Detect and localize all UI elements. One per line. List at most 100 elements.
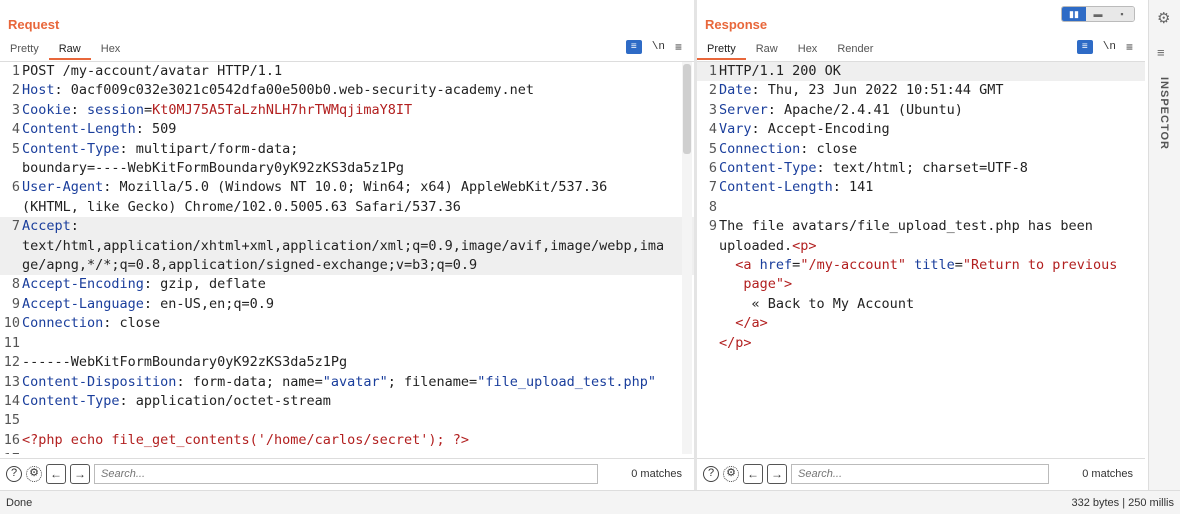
token: Vary xyxy=(719,121,752,138)
tab-raw[interactable]: Raw xyxy=(48,41,91,60)
tab-render[interactable]: Render xyxy=(827,41,883,60)
response-pane: Response Pretty Raw Hex Render ≡ \n ≡ 1 HTTP… xyxy=(697,0,1145,490)
burp-repeater-window: Request Pretty Raw Hex ≡ \n ≡ 1 POST /my-ac… xyxy=(0,0,1180,514)
settings-gear-icon[interactable]: ⚙ xyxy=(26,465,42,482)
show-newlines-icon[interactable]: \n xyxy=(1103,41,1116,53)
line-number: 2 xyxy=(11,82,20,99)
stacked-layout-icon[interactable]: ▬ xyxy=(1086,7,1110,21)
token: Content-Length xyxy=(22,121,136,138)
code-line: 11 xyxy=(0,334,694,353)
code-line: 4 Content-Length: 509 xyxy=(0,120,694,139)
settings-gear-icon[interactable]: ⚙ xyxy=(1157,9,1170,27)
line-number: 17 xyxy=(0,450,22,454)
pretty-print-toggle-icon[interactable]: ≡ xyxy=(625,40,642,54)
code-line: 1 HTTP/1.1 200 OK xyxy=(697,62,1145,82)
code-line: 3 Server: Apache/2.4.41 (Ubuntu) xyxy=(697,101,1145,120)
token: : 141 xyxy=(832,179,874,196)
line-number: 11 xyxy=(3,334,20,351)
token: <?php echo file_get_contents('/home/carl… xyxy=(22,431,470,448)
line-content: Vary: Accept-Encoding xyxy=(719,120,1145,139)
line-number: 9 xyxy=(708,218,717,235)
line-content: ------WebKitFormBoundary0yK92zKS3da5z1Pg xyxy=(22,353,694,372)
previous-arrow-icon[interactable]: ← xyxy=(743,463,763,484)
token: "avatar" xyxy=(322,373,388,390)
response-editor[interactable]: 1 HTTP/1.1 200 OK 2 Date: Thu, 23 Jun 2022 … xyxy=(697,62,1145,454)
line-number: 7 xyxy=(11,218,20,235)
code-line: 16 <?php echo file_get_contents('/home/ca… xyxy=(0,431,694,450)
line-number: 4 xyxy=(708,121,717,138)
line-number: 2 xyxy=(708,82,717,99)
token: POST /my-account/avatar HTTP/1.1 xyxy=(22,63,283,79)
tabbed-layout-icon[interactable]: ▪ xyxy=(1110,7,1134,21)
help-icon[interactable]: ? xyxy=(6,465,22,482)
code-line: 3 Cookie: session=Kt0MJ75A5TaLzhNLH7hrTWM… xyxy=(0,101,694,120)
line-number: 12 xyxy=(3,354,20,371)
request-tab-icons: ≡ \n ≡ xyxy=(625,40,682,54)
line-content: Content-Length: 141 xyxy=(719,178,1145,197)
token: = xyxy=(143,101,153,118)
response-search-input[interactable] xyxy=(791,463,1049,484)
token: : Thu, 23 Jun 2022 10:51:44 GMT xyxy=(751,82,1004,99)
code-line: 6 User-Agent: Mozilla/5.0 (Windows NT 10.… xyxy=(0,178,694,217)
line-number: 10 xyxy=(3,315,20,332)
token: ; filename= xyxy=(387,373,478,390)
line-number: 8 xyxy=(708,198,717,215)
request-match-count: 0 matches xyxy=(631,467,682,480)
line-content xyxy=(22,411,694,430)
response-tab-icons: ≡ \n ≡ xyxy=(1076,40,1133,54)
request-editor[interactable]: 1 POST /my-account/avatar HTTP/1.1 2 Host: … xyxy=(0,62,694,454)
status-text: Done xyxy=(6,497,33,509)
token: session xyxy=(87,101,144,118)
token: : xyxy=(70,101,88,118)
line-content: POST /my-account/avatar HTTP/1.1 xyxy=(22,62,694,81)
request-title: Request xyxy=(8,17,60,32)
request-scrollbar-thumb[interactable] xyxy=(683,64,691,154)
line-number: 8 xyxy=(11,276,20,293)
line-content: Content-Type: multipart/form-data; bound… xyxy=(22,140,694,179)
tab-hex[interactable]: Hex xyxy=(91,41,131,60)
token: : 509 xyxy=(135,121,177,138)
show-newlines-icon[interactable]: \n xyxy=(652,41,665,53)
line-content: Connection: close xyxy=(719,140,1145,159)
next-arrow-icon[interactable]: → xyxy=(70,463,90,484)
line-number: 6 xyxy=(11,179,20,196)
request-search-input[interactable] xyxy=(94,463,598,484)
inspector-label[interactable]: INSPECTOR xyxy=(1158,77,1170,150)
menu-icon[interactable]: ≡ xyxy=(675,40,682,54)
token: The file avatars/file_upload_test.php ha… xyxy=(719,218,1093,254)
help-icon[interactable]: ? xyxy=(703,465,719,482)
tab-hex[interactable]: Hex xyxy=(788,41,828,60)
list-icon[interactable]: ≡ xyxy=(1157,45,1165,60)
token: : gzip, deflate xyxy=(143,276,266,293)
code-line: 14 Content-Type: application/octet-stream xyxy=(0,392,694,411)
code-line: 8 xyxy=(697,198,1145,217)
pretty-print-toggle-icon[interactable]: ≡ xyxy=(1076,40,1093,54)
line-content xyxy=(719,198,1145,217)
token: Kt0MJ75A5TaLzhNLH7hrTWMqjimaY8IT xyxy=(152,101,413,118)
line-content: Accept: text/html,application/xhtml+xml,… xyxy=(22,217,694,275)
code-line: 13 Content-Disposition: form-data; name="… xyxy=(0,373,694,392)
layout-toggle: ▮▮ ▬ ▪ xyxy=(1061,6,1135,22)
next-arrow-icon[interactable]: → xyxy=(767,463,787,484)
line-number: 6 xyxy=(708,160,717,177)
tab-raw[interactable]: Raw xyxy=(746,41,788,60)
token: Connection xyxy=(22,315,104,332)
token: Content-Type xyxy=(719,160,817,177)
settings-gear-icon[interactable]: ⚙ xyxy=(723,465,739,482)
request-search-bar: ? ⚙ ← → 0 matches xyxy=(0,458,694,488)
line-content: Connection: close xyxy=(22,314,694,333)
code-line: 12 ------WebKitFormBoundary0yK92zKS3da5z1… xyxy=(0,353,694,372)
line-content: Accept-Language: en-US,en;q=0.9 xyxy=(22,295,694,314)
previous-arrow-icon[interactable]: ← xyxy=(46,463,66,484)
token: <a xyxy=(735,257,760,274)
token: Date xyxy=(719,82,752,99)
menu-icon[interactable]: ≡ xyxy=(1126,40,1133,54)
tab-pretty[interactable]: Pretty xyxy=(0,41,49,60)
token: Accept-Encoding xyxy=(22,276,144,293)
token: : en-US,en;q=0.9 xyxy=(143,295,274,312)
token: Accept-Language xyxy=(22,295,144,312)
side-by-side-layout-icon[interactable]: ▮▮ xyxy=(1062,7,1086,21)
line-content: HTTP/1.1 200 OK xyxy=(719,62,1145,81)
tab-pretty[interactable]: Pretty xyxy=(697,41,746,60)
